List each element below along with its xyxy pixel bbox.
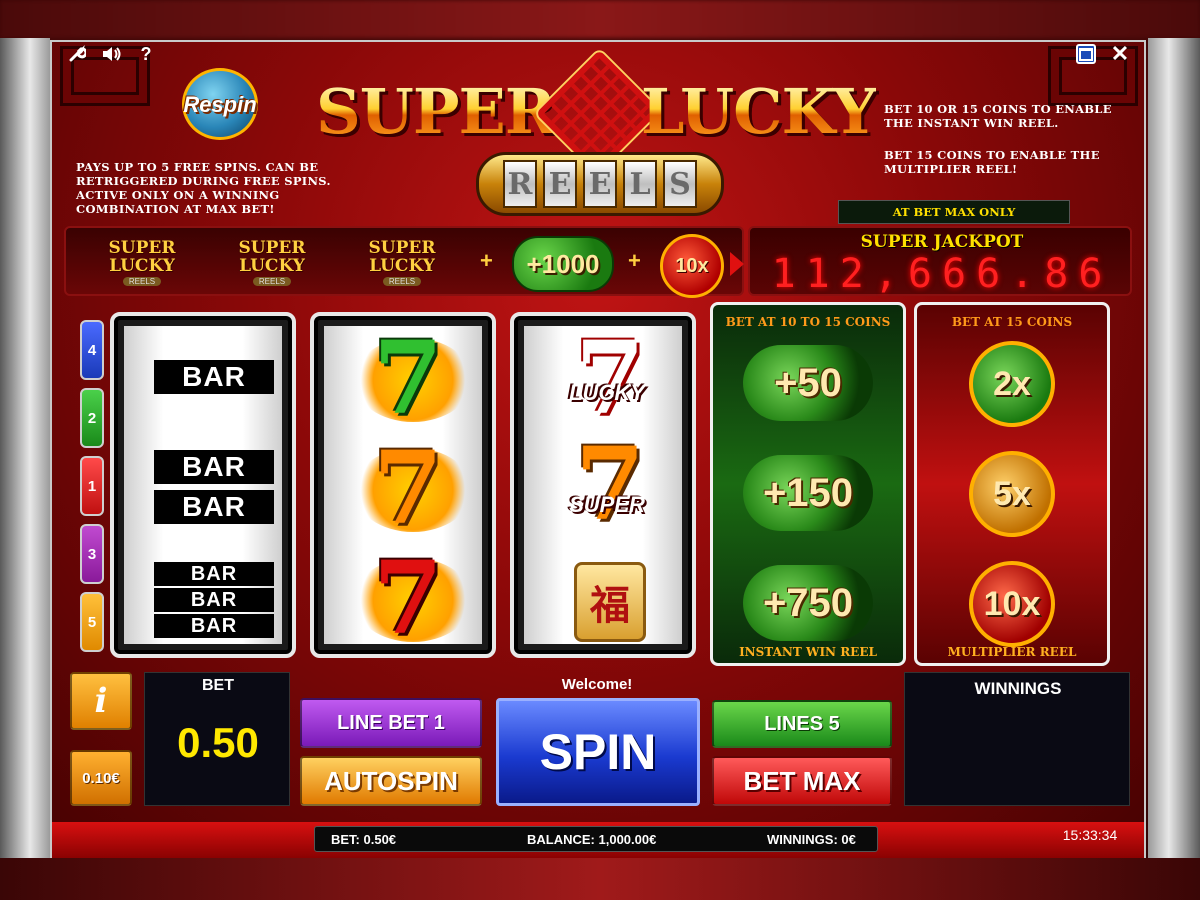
info-button[interactable]: i — [70, 672, 132, 730]
reel-3: 7 LUCKY 7 SUPER 福 — [510, 312, 696, 658]
autospin-button[interactable]: AUTOSPIN — [300, 756, 482, 806]
reels-letter: E — [543, 160, 577, 208]
reel-1: BAR BAR BAR BAR BAR BAR — [110, 312, 296, 658]
multiplier-value: 5x — [969, 451, 1055, 537]
payline-indicator-3[interactable]: 3 — [80, 524, 104, 584]
multiplier-value: 10x — [969, 561, 1055, 647]
reels-letter: S — [663, 160, 697, 208]
welcome-message: Welcome! — [561, 676, 633, 693]
game-logo: SUPER LUCKY — [316, 49, 877, 175]
instant-win-value: +750 — [743, 565, 873, 641]
coin-value-button[interactable]: 0.10€ — [70, 750, 132, 806]
respin-label: Respin — [183, 92, 257, 117]
payline-indicator-2[interactable]: 2 — [80, 388, 104, 448]
multiplier-value: 2x — [969, 341, 1055, 427]
bet-panel: BET 0.50 — [144, 672, 290, 806]
payline-indicator-1[interactable]: 1 — [80, 456, 104, 516]
logo-word-super: SUPER — [316, 75, 556, 148]
jackpot-value: 112,666.86 — [771, 251, 1113, 297]
bet-max-button[interactable]: BET MAX — [712, 756, 892, 806]
cabinet-right-edge — [1148, 38, 1200, 858]
super-jackpot-panel: SUPER JACKPOT 112,666.86 — [748, 226, 1132, 296]
background-bottom — [0, 858, 1200, 900]
instant-win-value: +150 — [743, 455, 873, 531]
double-bar-symbol: BAR — [154, 450, 274, 484]
reel-strip: BAR BAR BAR BAR BAR BAR — [124, 326, 282, 644]
triple-bar-symbol: BAR — [154, 614, 274, 638]
bet-label: BET — [202, 677, 234, 694]
close-button[interactable]: ✕ — [1108, 41, 1132, 66]
lucky-label: LUCKY — [569, 380, 645, 405]
reels-letter: L — [623, 160, 657, 208]
mini-logo: SUPER LUCKY REELS — [238, 237, 306, 286]
red-seven-symbol: 7 — [344, 548, 482, 648]
reel-strip: 7 7 7 — [324, 326, 482, 648]
spin-button[interactable]: SPIN — [496, 698, 700, 806]
plus-sign: + — [480, 248, 493, 273]
status-balance: BALANCE: 1,000.00€ — [527, 832, 657, 847]
maximize-button[interactable] — [1076, 44, 1096, 64]
payline-indicator-5[interactable]: 5 — [80, 592, 104, 652]
logo-reels-banner: R E E L S — [476, 152, 724, 216]
winnings-label: WINNINGS — [974, 679, 1062, 698]
super-label: SUPER — [569, 492, 645, 517]
status-bet: BET: 0.50€ — [331, 832, 397, 847]
multiplier-reel-title: BET AT 15 COINS — [951, 315, 1073, 329]
multiplier-badge: 10x — [660, 234, 724, 298]
lucky-seven-symbol: 7 — [575, 319, 645, 437]
respin-description: PAYS UP TO 5 FREE SPINS. CAN BE RETRIGGE… — [76, 160, 331, 216]
help-icon: ? — [140, 43, 152, 64]
cabinet-left-edge — [0, 38, 50, 858]
winnings-panel: WINNINGS — [904, 672, 1130, 806]
instant-win-value: +50 — [743, 345, 873, 421]
multiplier-reel: BET AT 15 COINS 2x 5x 10x MULTIPLIER REE… — [914, 302, 1110, 666]
payline-indicator-4[interactable]: 4 — [80, 320, 104, 380]
multiplier-reel-footer: MULTIPLIER REEL — [947, 645, 1077, 659]
wrench-icon[interactable] — [66, 44, 88, 64]
triple-bar-symbol: BAR — [154, 588, 274, 612]
green-seven-symbol: 7 — [344, 328, 482, 428]
respin-badge: Respin — [170, 68, 280, 140]
speaker-icon[interactable] — [100, 44, 124, 64]
plus-sign: + — [628, 248, 641, 273]
orange-seven-symbol: 7 — [344, 438, 482, 538]
jackpot-combo-bar: SUPER LUCKY REELS SUPER LUCKY REELS SUPER LUC… — [64, 226, 744, 298]
reel-2: 7 7 7 — [310, 312, 496, 658]
clock: 15:33:34 — [1062, 827, 1118, 843]
logo-word-lucky: LUCKY — [640, 75, 877, 148]
maximize-icon — [1079, 47, 1093, 61]
line-bet-button[interactable]: LINE BET 1 — [300, 698, 482, 748]
bet-value: 0.50 — [177, 719, 259, 766]
mini-logo: SUPER LUCKY REELS — [108, 237, 176, 286]
info-icon: i — [94, 681, 108, 721]
coin-value-badge: +1000 — [512, 236, 614, 292]
background-top — [0, 0, 1200, 38]
bet-info-multiplier: BET 15 COINS TO ENABLE THE MULTIPLIER RE… — [884, 148, 1100, 176]
fortune-tile-symbol: 福 — [574, 562, 646, 642]
reel-strip: 7 LUCKY 7 SUPER 福 — [524, 326, 682, 644]
close-icon: ✕ — [1110, 41, 1130, 66]
instant-win-reel: BET AT 10 TO 15 COINS +50 +150 +750 INST… — [710, 302, 906, 666]
bet-info-instant-win: BET 10 OR 15 COINS TO ENABLE THE INSTANT… — [884, 102, 1112, 130]
help-button[interactable]: ? — [136, 43, 156, 65]
lines-button[interactable]: LINES 5 — [712, 700, 892, 748]
instant-win-reel-footer: INSTANT WIN REEL — [739, 645, 877, 659]
status-winnings: WINNINGS: 0€ — [767, 832, 856, 847]
instant-win-reel-title: BET AT 10 TO 15 COINS — [725, 315, 891, 329]
mini-logo: SUPER LUCKY REELS — [368, 237, 436, 286]
arrow-right-icon — [730, 252, 744, 276]
bar-symbol: BAR — [154, 360, 274, 394]
reels-letter: E — [583, 160, 617, 208]
double-bar-symbol: BAR — [154, 490, 274, 524]
reels-letter: R — [503, 160, 537, 208]
bet-max-only-label: AT BET MAX ONLY — [838, 200, 1070, 224]
triple-bar-symbol: BAR — [154, 562, 274, 586]
status-readout: BET: 0.50€ BALANCE: 1,000.00€ WINNINGS: … — [314, 826, 878, 852]
